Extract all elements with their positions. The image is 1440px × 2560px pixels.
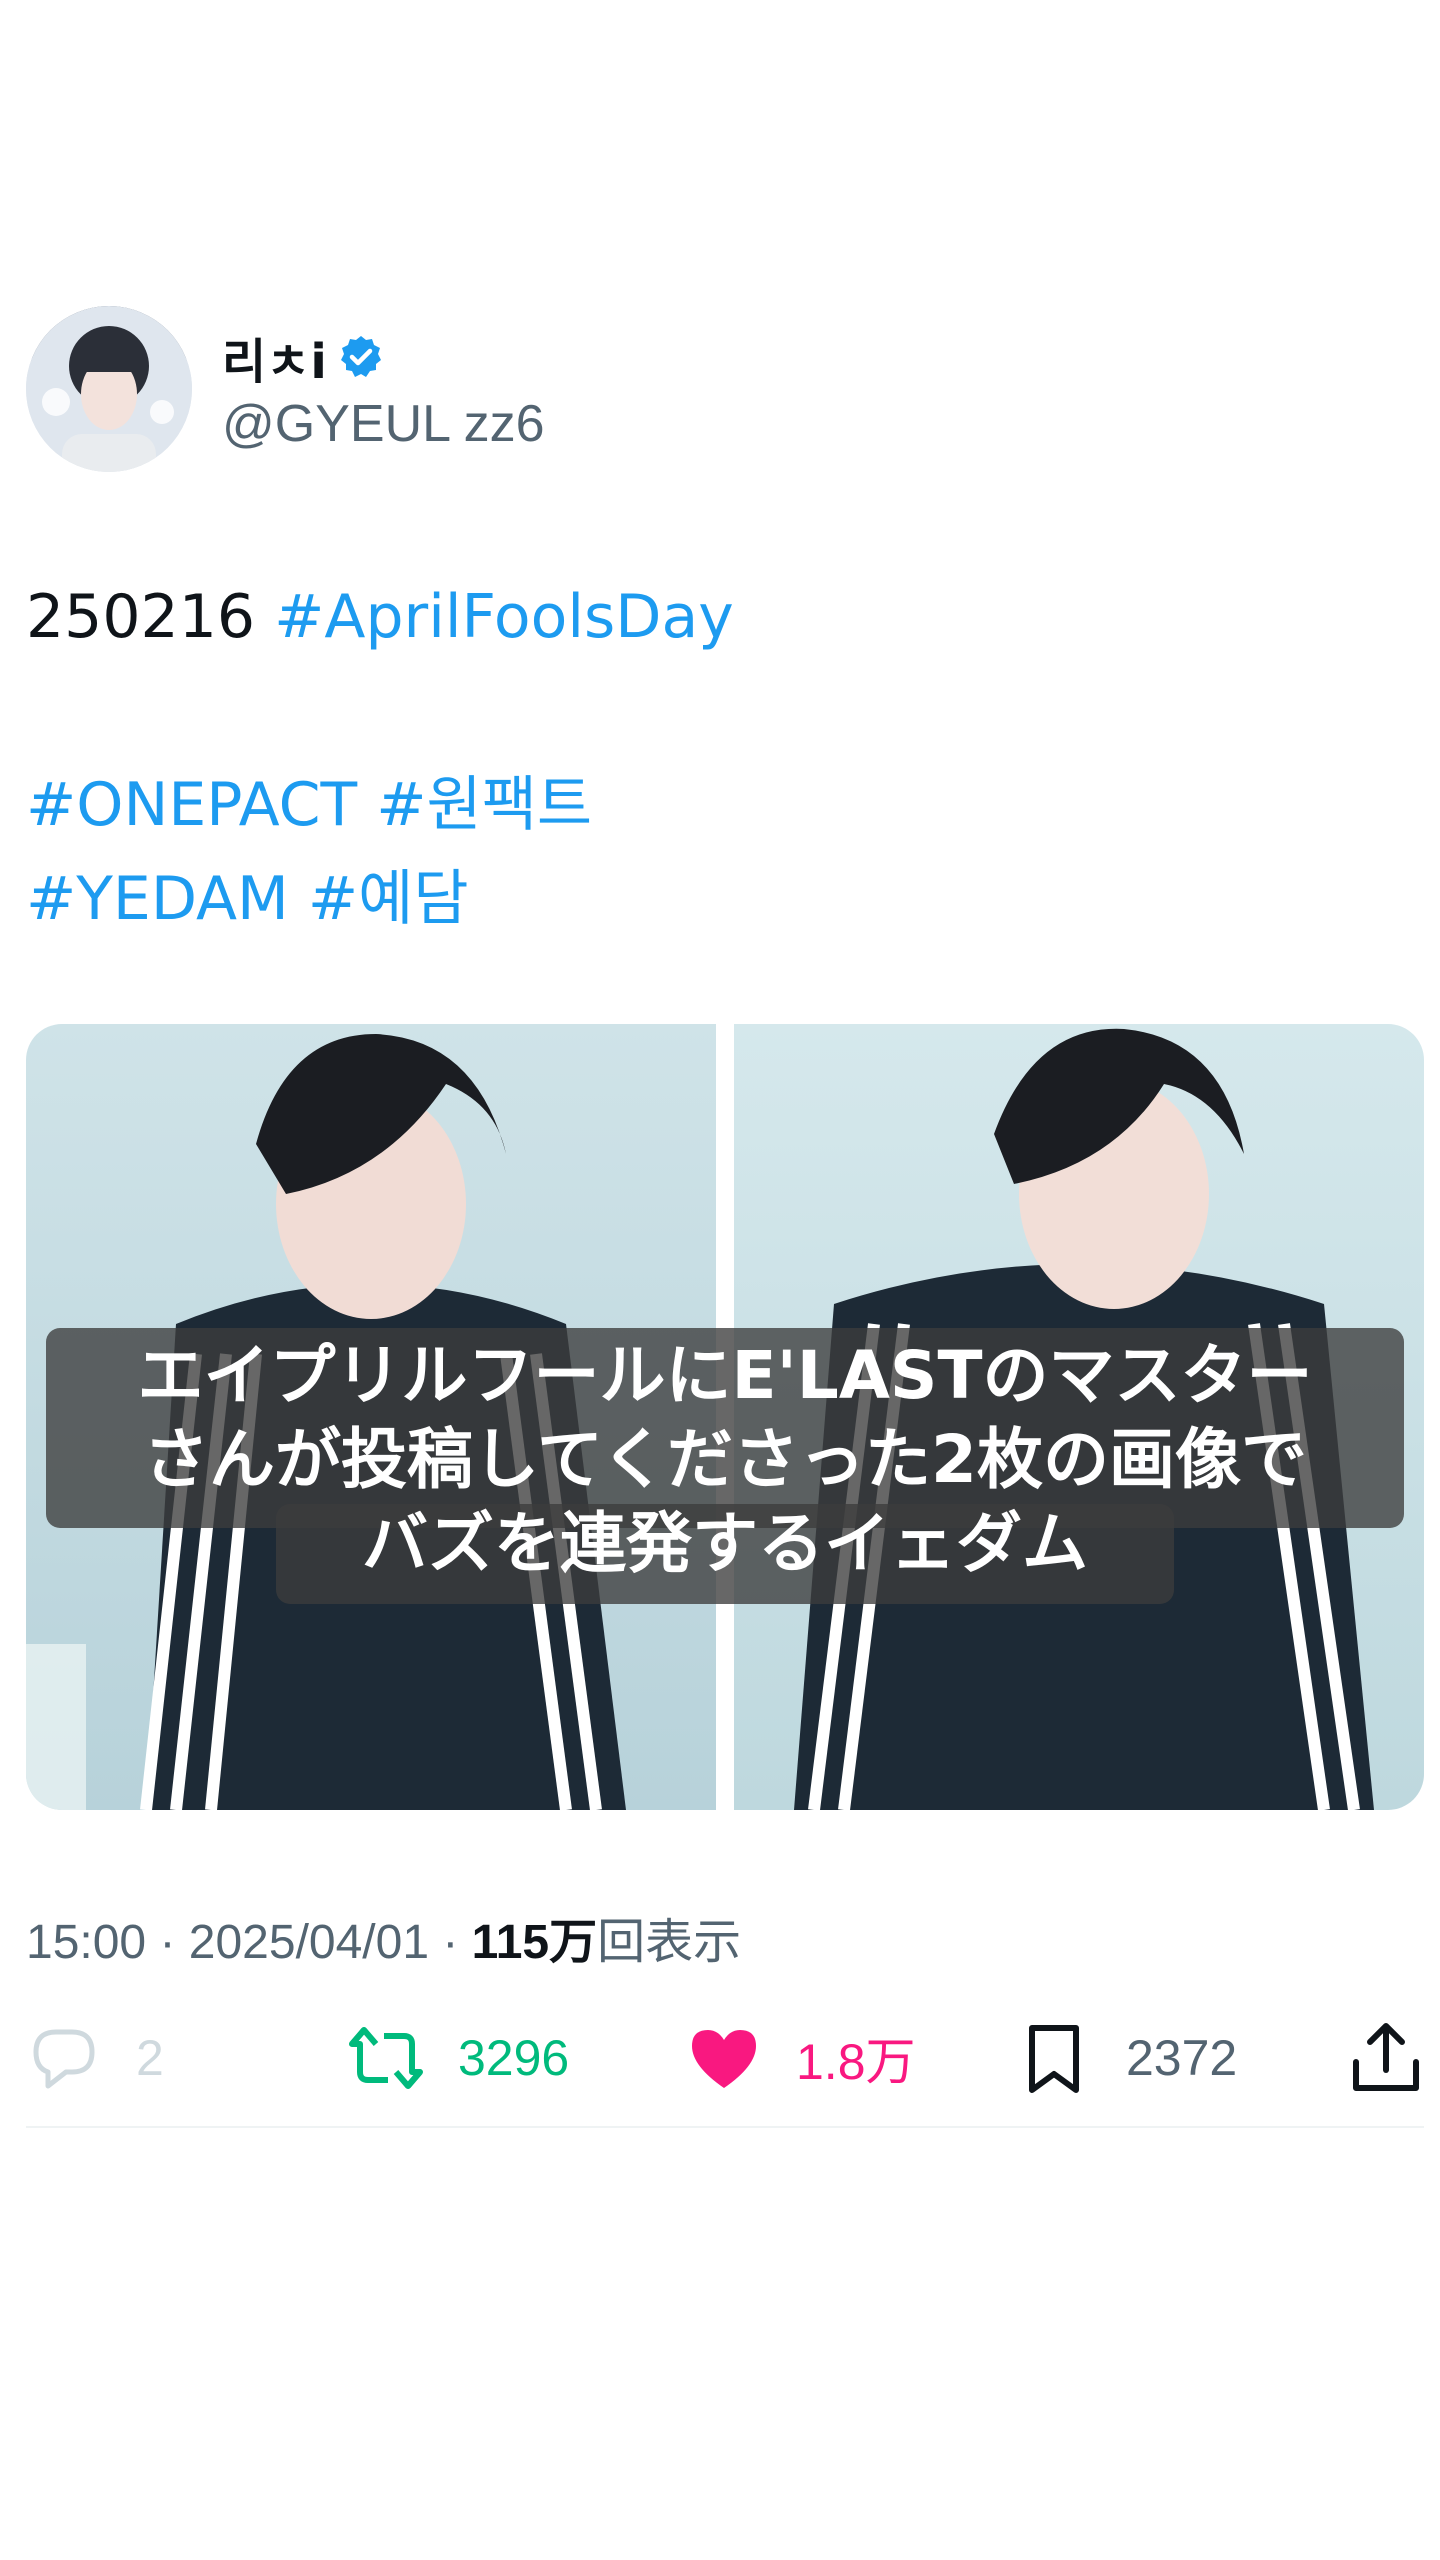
like-heart-icon — [692, 2030, 756, 2088]
reply-count: 2 — [136, 2030, 164, 2086]
hashtag-link[interactable]: #AprilFoolsDay — [274, 582, 734, 652]
like-button[interactable]: 1.8万 — [686, 2018, 916, 2098]
hashtag-link[interactable]: #ONEPACT — [26, 770, 357, 840]
display-name-text: 리ㅊi — [222, 334, 327, 390]
tweet-text-line: #YEDAM #예담 — [26, 852, 734, 946]
media-caption: エイプリルフールにE'LASTのマスター さんが投稿してくださった2枚の画像で バズ… — [46, 1328, 1404, 1604]
bookmark-button[interactable]: 2372 — [1016, 2018, 1237, 2098]
hashtag-link[interactable]: #예담 — [308, 864, 469, 934]
tweet-text-segment — [289, 864, 308, 934]
share-button[interactable] — [1348, 2018, 1424, 2098]
tweet-text: 250216 #AprilFoolsDay #ONEPACT #원팩트 #YEDAM… — [26, 570, 734, 946]
handle[interactable]: @GYEUL zz6 — [222, 394, 545, 454]
tweet-time[interactable]: 15:00 — [26, 1916, 146, 1969]
tweet-meta: 15:00 · 2025/04/01 · 115万回表示 — [26, 1902, 741, 1972]
tweet-text-line: 250216 #AprilFoolsDay — [26, 570, 734, 664]
tweet-text-segment: 250216 — [26, 582, 275, 652]
like-count: 1.8万 — [796, 2034, 916, 2090]
views-label: 回表示 — [597, 1916, 742, 1969]
views-count: 115万 — [471, 1916, 598, 1969]
avatar-image — [26, 306, 192, 472]
hashtag-link[interactable]: #YEDAM — [26, 864, 289, 934]
retweet-count: 3296 — [458, 2030, 570, 2086]
bookmark-icon — [1029, 2025, 1079, 2093]
bookmark-count: 2372 — [1126, 2030, 1238, 2086]
divider — [26, 2126, 1424, 2128]
caption-line: さんが投稿してくださった2枚の画像で — [143, 1421, 1307, 1498]
hashtag-link[interactable]: #원팩트 — [376, 770, 592, 840]
avatar[interactable] — [26, 306, 192, 472]
reply-button[interactable]: 2 — [26, 2018, 164, 2098]
share-icon — [1353, 2023, 1419, 2091]
caption-line: バズを連発するイェダム — [362, 1505, 1088, 1582]
media-grid[interactable]: エイプリルフールにE'LASTのマスター さんが投稿してくださった2枚の画像で バズ… — [26, 1024, 1424, 1810]
tweet-text-segment — [357, 770, 376, 840]
retweet-icon — [349, 2027, 423, 2089]
tweet-text-line: #ONEPACT #원팩트 — [26, 758, 734, 852]
meta-separator: · — [429, 1916, 472, 1969]
tweet-date[interactable]: 2025/04/01 — [189, 1916, 429, 1969]
meta-separator: · — [146, 1916, 189, 1969]
verified-badge-icon — [337, 333, 385, 381]
caption-line: エイプリルフールにE'LASTのマスター — [137, 1337, 1313, 1414]
display-name[interactable]: 리ㅊi — [222, 322, 385, 392]
action-bar: 2 3296 1.8万 2372 — [26, 2018, 1424, 2098]
retweet-button[interactable]: 3296 — [348, 2018, 569, 2098]
tweet-text-line — [26, 664, 734, 758]
reply-icon — [33, 2029, 95, 2089]
